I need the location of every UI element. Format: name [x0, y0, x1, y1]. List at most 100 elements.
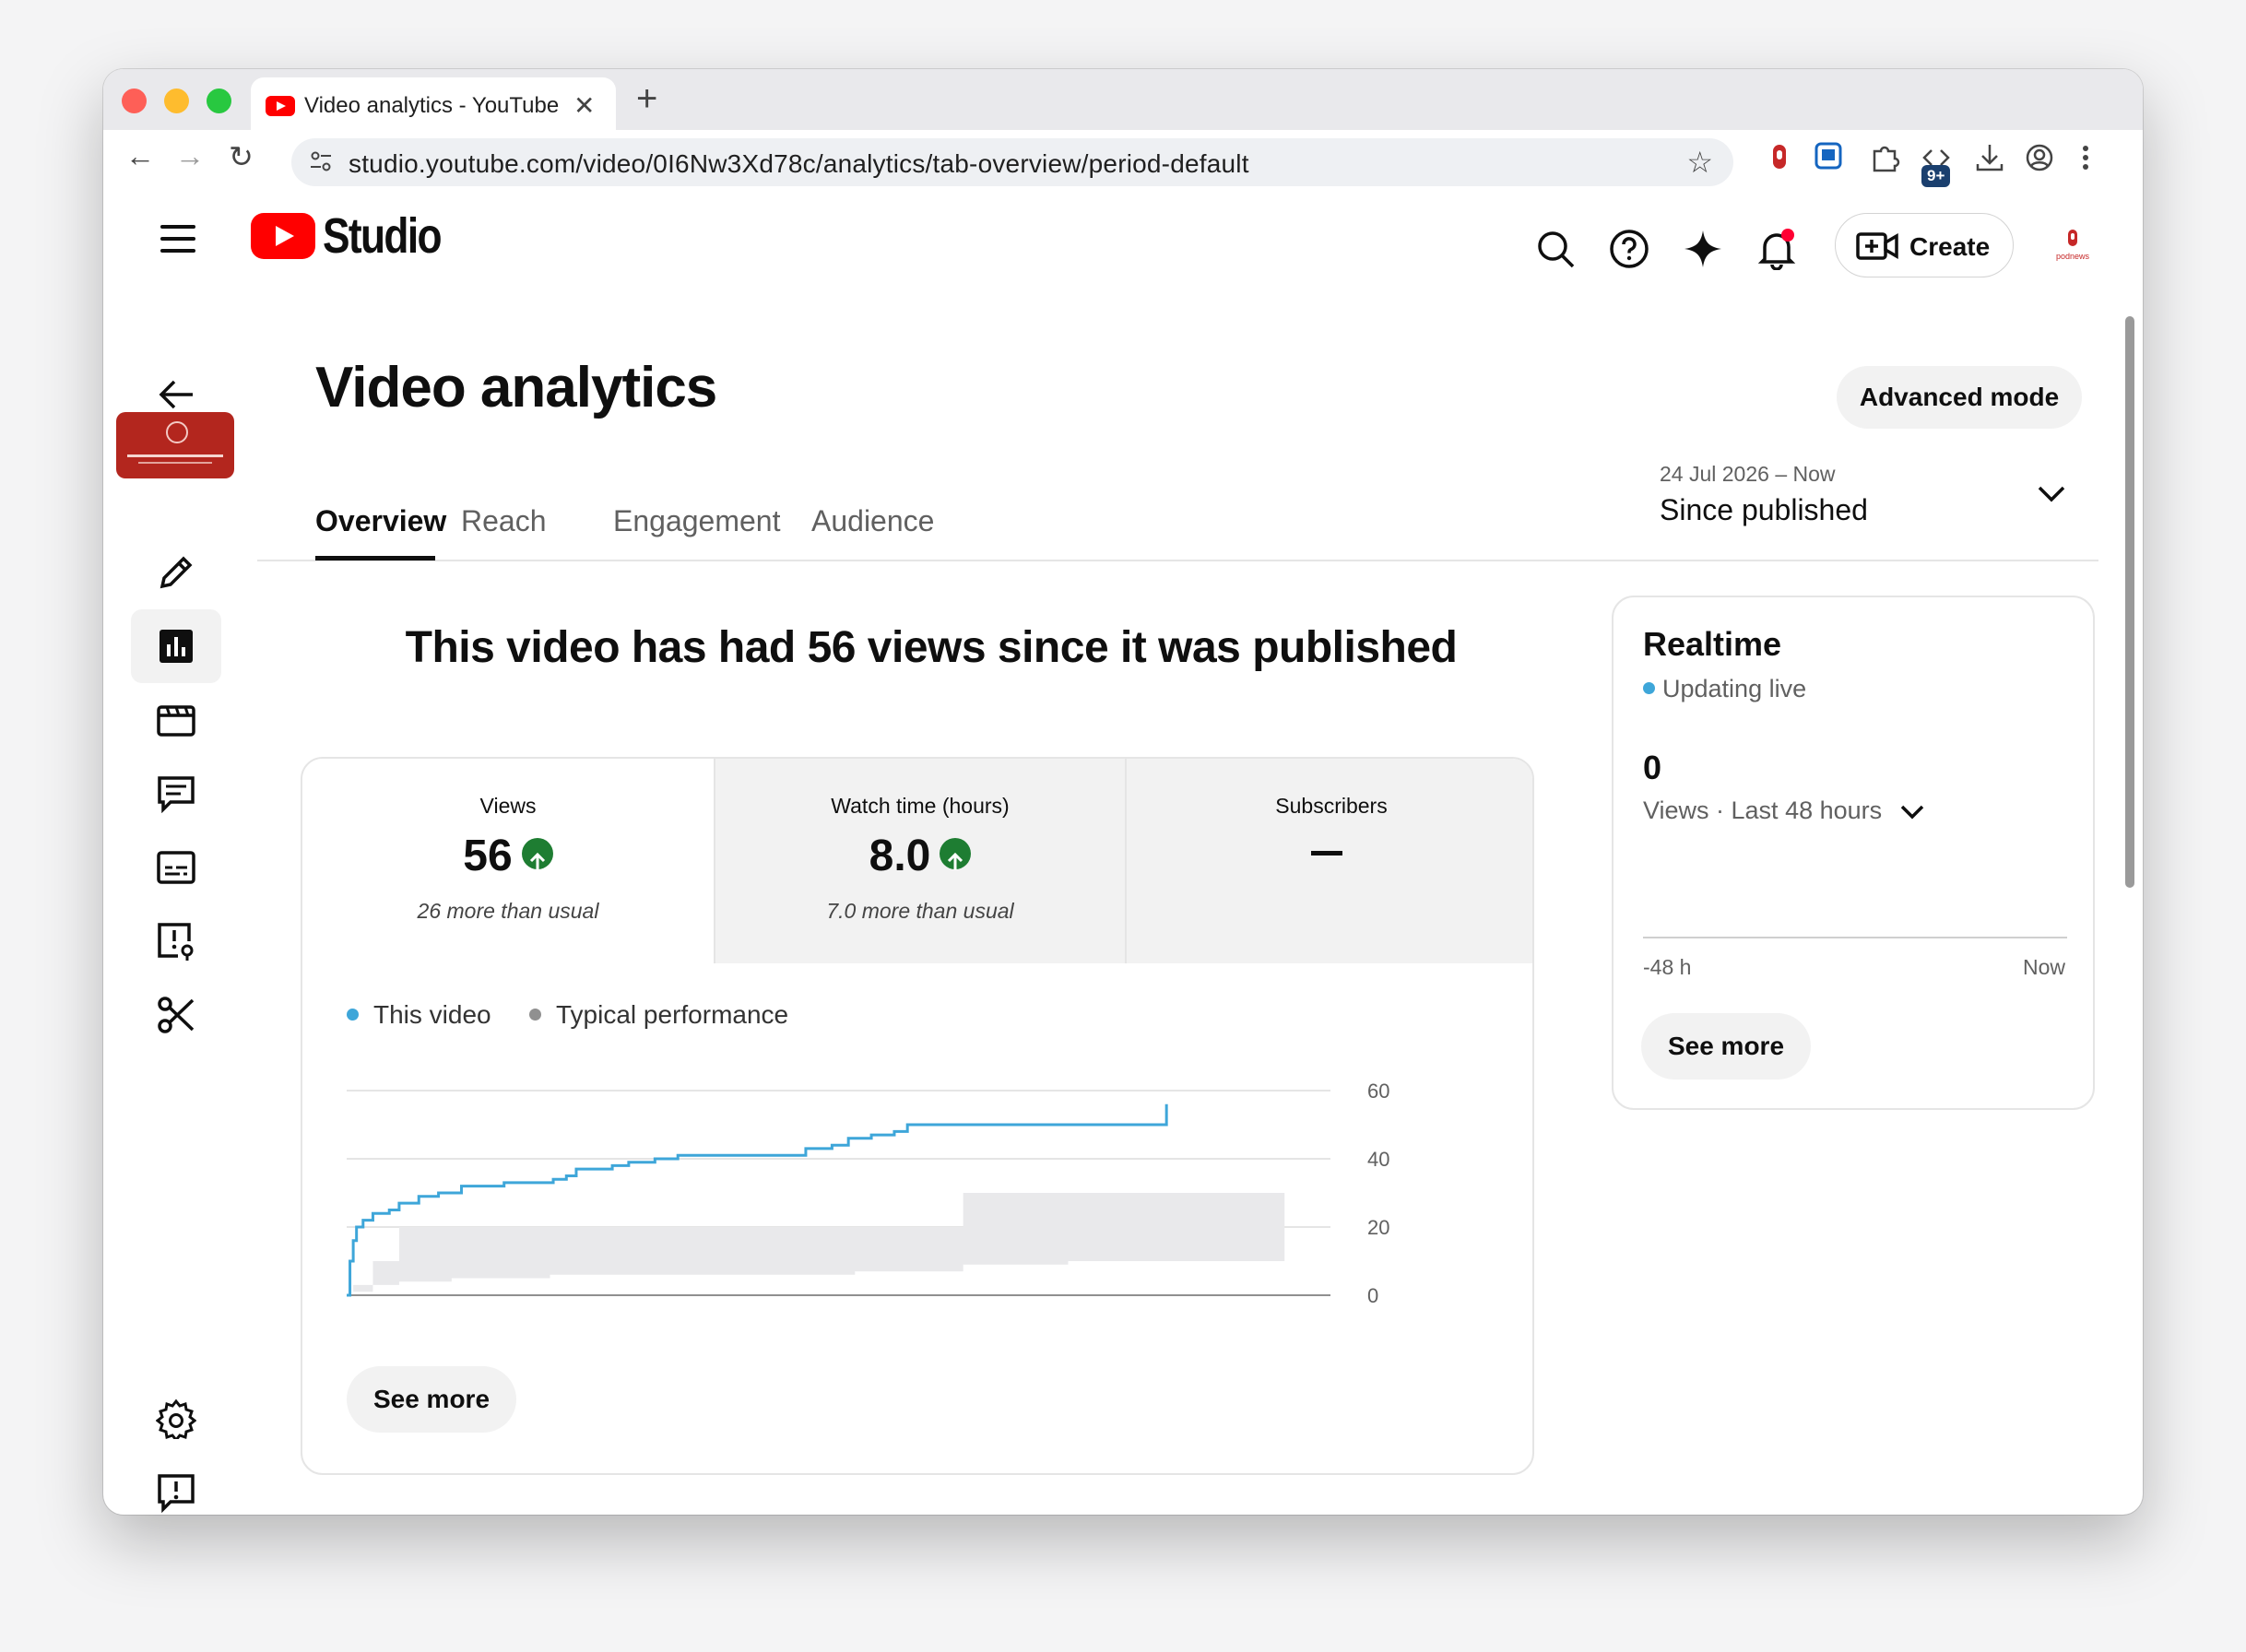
page-scrollbar[interactable] [2125, 316, 2134, 888]
period-range: 24 Jul 2026 – Now [1660, 462, 1836, 486]
rail-comments[interactable] [131, 757, 221, 831]
tab-engagement[interactable]: Engagement [613, 504, 780, 538]
create-label: Create [1909, 232, 1991, 261]
advanced-mode-button[interactable]: Advanced mode [1837, 366, 2082, 429]
rail-analytics[interactable] [131, 609, 221, 683]
metric-watch-time[interactable]: Watch time (hours) 8.0 7.0 more than usu… [714, 759, 1125, 963]
y-tick-label: 40 [1367, 1148, 1389, 1171]
tab-overview[interactable]: Overview [315, 504, 446, 538]
close-window-button[interactable] [122, 88, 147, 113]
forward-arrow-icon[interactable]: → [175, 139, 205, 173]
rail-details[interactable] [131, 536, 221, 609]
metric-note: 7.0 more than usual [826, 899, 1014, 923]
views-chart: 0204060051015202530 days [347, 1080, 1389, 1303]
url-text: studio.youtube.com/video/0I6Nw3Xd78c/ana… [349, 149, 1249, 178]
extension-count-badge: 9+ [1921, 165, 1951, 187]
youtube-logo-icon[interactable] [251, 213, 315, 259]
browser-toolbar: ← → ↻ studio.youtube.com/video/0I6Nw3Xd7… [103, 130, 2143, 192]
analytics-icon [160, 630, 193, 663]
tab-strip: Video analytics - YouTube Studio ✕ + [103, 69, 2143, 130]
chart-see-more-button[interactable]: See more [347, 1366, 516, 1433]
rail-copyright[interactable] [131, 904, 221, 978]
reload-icon[interactable]: ↻ [229, 139, 254, 174]
subtitles-icon [157, 851, 195, 884]
sparkle-icon[interactable] [1682, 228, 1724, 270]
tab-audience[interactable]: Audience [811, 504, 934, 538]
metric-note: 26 more than usual [417, 899, 599, 923]
comments-icon [158, 776, 195, 813]
realtime-card: Realtime Updating live 0 Views · Last 48… [1612, 596, 2095, 1110]
rail-settings[interactable] [131, 1382, 221, 1456]
browser-window: Video analytics - YouTube Studio ✕ + ← →… [103, 69, 2143, 1515]
realtime-title: Realtime [1643, 625, 1782, 663]
download-icon[interactable] [1971, 139, 2008, 176]
address-bar[interactable]: studio.youtube.com/video/0I6Nw3Xd78c/ana… [291, 138, 1733, 186]
y-tick-label: 20 [1367, 1216, 1389, 1239]
more-vert-icon[interactable] [2067, 139, 2104, 176]
tab-close-icon[interactable]: ✕ [573, 90, 595, 121]
y-tick-label: 60 [1367, 1080, 1389, 1103]
realtime-axis-end: Now [2022, 955, 2065, 979]
live-dot-icon [1643, 682, 1655, 695]
help-icon[interactable] [1608, 228, 1650, 270]
extension-badge-icon[interactable] [1811, 139, 1848, 176]
video-camera-add-icon [1856, 232, 1898, 260]
back-arrow-icon[interactable]: ← [125, 139, 155, 173]
video-thumbnail[interactable] [116, 412, 234, 478]
scissors-icon [158, 997, 195, 1033]
realtime-axis-start: -48 h [1643, 955, 1692, 979]
avatar-label: podnews [2055, 252, 2090, 261]
realtime-period-dropdown[interactable]: Views · Last 48 hours [1643, 796, 1926, 825]
profile-icon[interactable] [2021, 139, 2058, 176]
chevron-down-icon [1900, 805, 1923, 820]
minimize-window-button[interactable] [164, 88, 189, 113]
site-info-icon[interactable] [308, 148, 334, 174]
active-tab-indicator [315, 556, 435, 560]
copyright-claim-icon [158, 923, 194, 961]
maximize-window-button[interactable] [207, 88, 231, 113]
metric-value: 56 [302, 831, 714, 881]
channel-avatar[interactable]: podnews [2051, 228, 2095, 265]
chevron-down-icon [2038, 486, 2065, 502]
trend-up-icon [940, 838, 972, 871]
thumbnail-title-line [127, 454, 223, 457]
extensions-puzzle-icon[interactable] [1866, 139, 1903, 176]
rail-feedback[interactable] [131, 1456, 221, 1515]
metric-subscribers[interactable]: Subscribers – [1125, 759, 1532, 963]
metric-value: – [1311, 851, 1342, 856]
pencil-icon [160, 556, 193, 589]
views-headline: This video has had 56 views since it was… [405, 623, 1458, 672]
browser-tab[interactable]: Video analytics - YouTube Studio ✕ [251, 77, 616, 130]
search-icon[interactable] [1534, 228, 1577, 270]
metric-label: Watch time (hours) [831, 794, 1010, 818]
realtime-see-more-button[interactable]: See more [1641, 1013, 1811, 1080]
youtube-favicon-icon [266, 96, 295, 116]
feedback-icon [158, 1474, 195, 1513]
create-button[interactable]: Create [1835, 213, 2014, 277]
realtime-views-value: 0 [1643, 749, 1662, 786]
trend-up-icon [521, 838, 553, 871]
realtime-axis [1643, 937, 2067, 938]
studio-header: Studio Create podnews [103, 191, 2143, 288]
typical-performance-band [347, 1193, 1285, 1295]
metric-label: Subscribers [1275, 794, 1388, 818]
bookmark-star-icon[interactable]: ☆ [1686, 145, 1713, 180]
period-value: Since published [1660, 493, 1868, 526]
tab-reach[interactable]: Reach [461, 504, 547, 538]
rail-editor[interactable] [131, 683, 221, 757]
metric-value: 8.0 [715, 831, 1125, 881]
tab-title: Video analytics - YouTube Studio [304, 93, 562, 118]
page-title: Video analytics [315, 356, 717, 419]
overview-card: Views 56 26 more than usual Watch time (… [301, 757, 1534, 1475]
notifications-bell-icon[interactable] [1755, 228, 1798, 270]
tabs-divider [257, 559, 2098, 561]
metric-views[interactable]: Views 56 26 more than usual [302, 759, 714, 963]
metric-label: Views [479, 794, 537, 818]
rail-clips[interactable] [131, 978, 221, 1052]
podnews-extension-icon[interactable] [1761, 139, 1798, 176]
menu-icon[interactable] [160, 225, 195, 261]
new-tab-button[interactable]: + [636, 78, 657, 120]
thumbnail-subtitle-line [138, 462, 212, 464]
back-arrow-icon [159, 380, 193, 409]
rail-subtitles[interactable] [131, 831, 221, 904]
